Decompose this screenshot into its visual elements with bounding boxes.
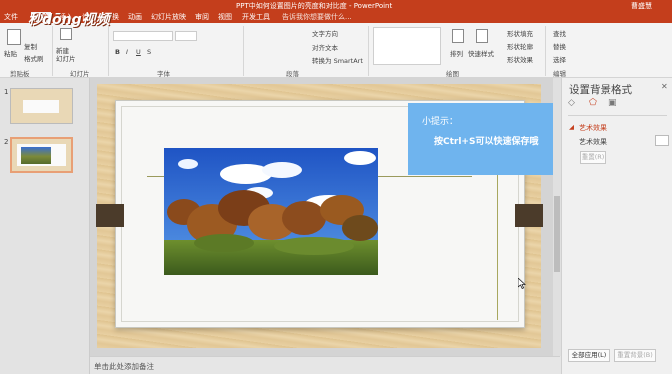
pane-close-icon[interactable]: ✕ <box>661 82 668 91</box>
arrange-button[interactable]: 排列 <box>450 48 463 58</box>
slide-thumbnail-2[interactable] <box>10 137 73 173</box>
thumb-card <box>23 100 59 113</box>
notes-placeholder: 单击此处添加备注 <box>94 362 154 371</box>
group-clipboard-label: 剪贴板 <box>10 70 30 78</box>
artistic-effect-label: 艺术效果 <box>579 138 607 146</box>
separator <box>545 26 546 76</box>
shape-fill-button[interactable]: 形状填充 <box>507 28 533 38</box>
group-drawing-label: 绘图 <box>446 70 459 78</box>
select-button[interactable]: 选择 <box>553 54 566 64</box>
pane-title: 设置背景格式 <box>569 84 632 96</box>
artistic-effect-picker[interactable] <box>655 135 669 146</box>
quick-styles-button[interactable]: 快速样式 <box>468 48 494 58</box>
picture-icon[interactable]: ▣ <box>608 98 617 108</box>
slide-number-1: 1 <box>4 88 9 96</box>
tab-file[interactable]: 文件 <box>4 12 18 22</box>
reset-button[interactable]: 重置(R) <box>580 151 606 164</box>
copy-button[interactable]: 复制 <box>24 41 37 51</box>
ribbon: 粘贴 复制 格式刷 剪贴板 新建 幻灯片 幻灯片 B I U S 字体 文字方向… <box>0 23 672 78</box>
watermark-logo: 秒dōng视频 <box>28 12 110 28</box>
paste-button[interactable]: 粘贴 <box>4 48 17 58</box>
tip-title: 小提示： <box>422 117 459 127</box>
slides-pane: 1 2 <box>0 78 90 374</box>
group-font-label: 字体 <box>157 70 170 78</box>
section-artistic-effects[interactable]: 艺术效果 <box>579 123 607 133</box>
frame-clip-left <box>96 204 124 227</box>
shapes-gallery[interactable] <box>373 27 441 65</box>
section-expand-icon[interactable]: ◢ <box>569 123 574 131</box>
separator <box>108 26 109 76</box>
thumb-photo <box>21 147 51 164</box>
pane-divider <box>568 115 667 116</box>
tab-slideshow[interactable]: 幻灯片放映 <box>151 12 186 22</box>
separator <box>243 26 244 76</box>
find-button[interactable]: 查找 <box>553 28 566 38</box>
tab-review[interactable]: 审阅 <box>195 12 209 22</box>
group-slides-label: 幻灯片 <box>70 70 90 78</box>
replace-button[interactable]: 替换 <box>553 41 566 51</box>
font-size-dropdown[interactable] <box>175 31 197 41</box>
bold-button[interactable]: B <box>115 48 120 56</box>
align-text-button[interactable]: 对齐文本 <box>312 42 338 52</box>
photo-illustration <box>164 148 378 275</box>
text-direction-button[interactable]: 文字方向 <box>312 28 338 38</box>
separator <box>52 26 53 76</box>
tab-developer[interactable]: 开发工具 <box>242 12 270 22</box>
window-title: PPT中如何设置图片的亮度和对比度 - PowerPoint <box>236 2 393 10</box>
frame-clip-right <box>515 204 543 227</box>
tell-me-search[interactable]: 告诉我你想要做什么... <box>282 12 352 22</box>
font-name-dropdown[interactable] <box>113 31 173 41</box>
quick-styles-icon[interactable] <box>476 29 488 43</box>
shape-effects-button[interactable]: 形状效果 <box>507 54 533 64</box>
tab-animations[interactable]: 动画 <box>128 12 142 22</box>
group-editing-label: 编辑 <box>553 70 566 78</box>
slide-number-2: 2 <box>4 138 9 146</box>
effects-icon[interactable]: ⬠ <box>589 98 597 108</box>
tip-overlay: 小提示： 按Ctrl+S可以快速保存哦 <box>408 103 553 175</box>
decorative-line <box>497 152 498 320</box>
format-background-pane: 设置背景格式 ✕ ◇ ⬠ ▣ ◢ 艺术效果 艺术效果 重置(R) 全部应用(L)… <box>561 78 672 374</box>
tip-message: 按Ctrl+S可以快速保存哦 <box>434 137 539 147</box>
mouse-cursor-icon <box>518 278 526 289</box>
italic-button[interactable]: I <box>126 48 128 56</box>
separator <box>368 26 369 76</box>
canvas-scrollbar-thumb[interactable] <box>554 196 560 272</box>
format-painter-button[interactable]: 格式刷 <box>24 53 44 63</box>
paste-icon[interactable] <box>7 29 21 45</box>
notes-area[interactable]: 单击此处添加备注 <box>90 356 560 374</box>
apply-to-all-button[interactable]: 全部应用(L) <box>568 349 610 362</box>
tab-view[interactable]: 视图 <box>218 12 232 22</box>
slide-thumbnail-1[interactable] <box>10 88 73 124</box>
new-slide-button[interactable]: 新建 幻灯片 <box>56 47 76 63</box>
shadow-button[interactable]: S <box>147 48 151 56</box>
slide-photo-trees[interactable] <box>164 148 378 275</box>
shape-outline-button[interactable]: 形状轮廓 <box>507 41 533 51</box>
user-name[interactable]: 曹盛慧 <box>631 1 652 11</box>
underline-button[interactable]: U <box>136 48 141 56</box>
fill-icon[interactable]: ◇ <box>568 98 575 108</box>
group-paragraph-label: 段落 <box>286 70 299 78</box>
new-slide-icon[interactable] <box>60 28 72 40</box>
reset-background-button[interactable]: 重置背景(B) <box>614 349 656 362</box>
arrange-icon[interactable] <box>452 29 464 43</box>
convert-smartart-button[interactable]: 转换为 SmartArt <box>312 55 363 65</box>
